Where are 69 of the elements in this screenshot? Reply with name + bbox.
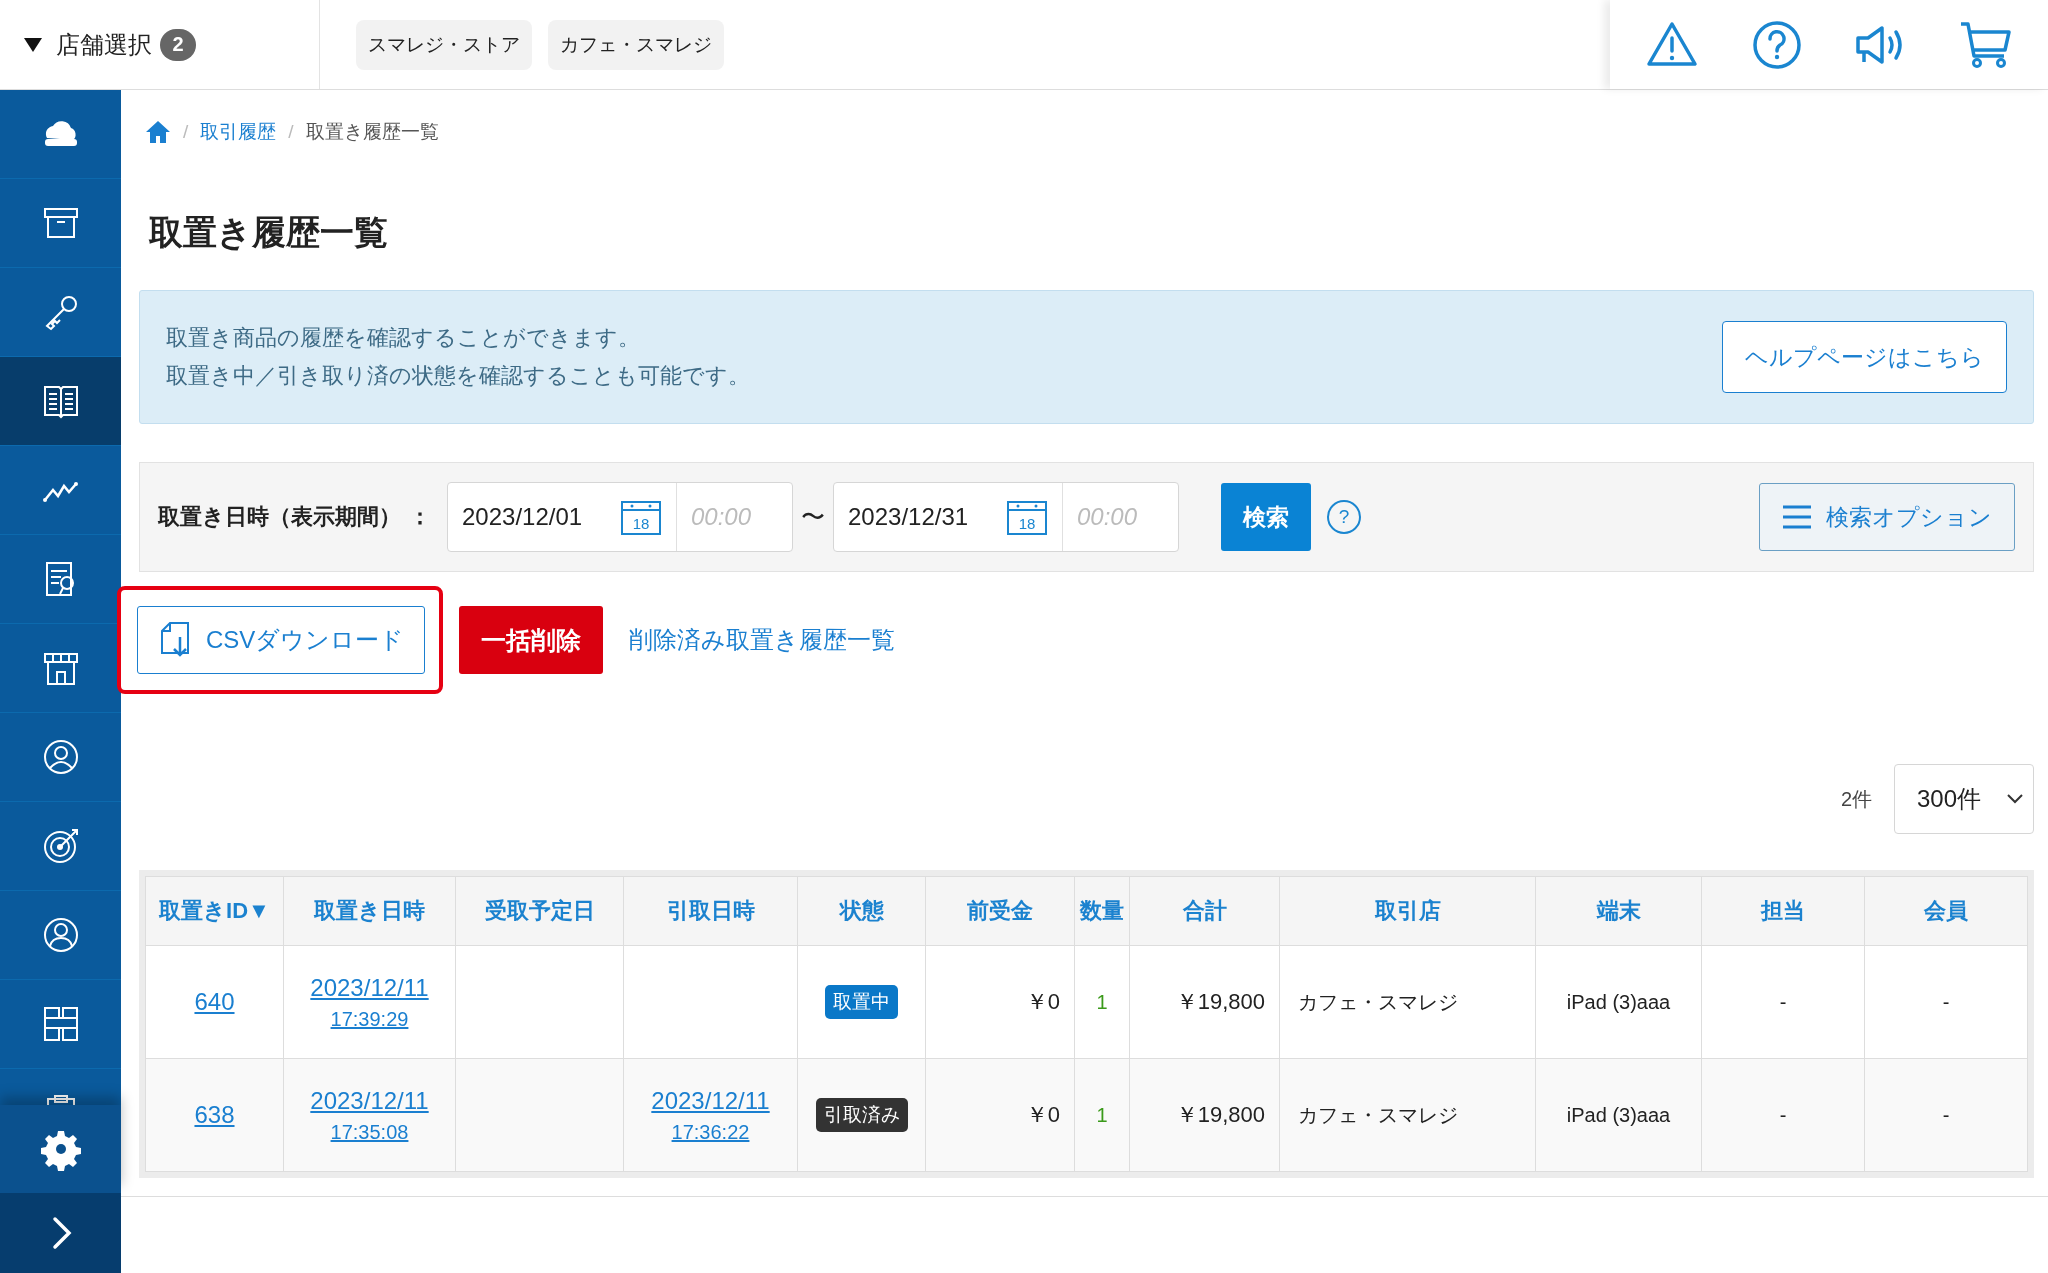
column-header[interactable]: 取引店 [1279, 876, 1536, 946]
table-cell: - [1864, 945, 2028, 1059]
calendar-icon[interactable]: 18 [1006, 498, 1048, 536]
table-cell: ￥19,800 [1129, 945, 1280, 1059]
store-tag: スマレジ・ストア [356, 19, 532, 70]
table-cell: iPad (3)aaa [1535, 945, 1702, 1059]
column-header[interactable]: 会員 [1864, 876, 2028, 946]
filter-colon: ： [409, 503, 431, 531]
result-count: 2件 [1840, 786, 1872, 812]
breadcrumb-current: 取置き履歴一覧 [305, 120, 439, 144]
page-title: 取置き履歴一覧 [149, 212, 389, 253]
caret-icon[interactable] [24, 37, 42, 52]
status-badge: 取置中 [825, 985, 898, 1019]
help-mark[interactable]: ? [1327, 500, 1361, 534]
breadcrumb-link[interactable]: 取引履歴 [200, 119, 277, 145]
settings-item[interactable] [0, 1105, 121, 1193]
page-size-select[interactable]: 300件 [1894, 764, 2034, 834]
search-button[interactable]: 検索 [1221, 483, 1311, 551]
info-text: 取置き中／引き取り済の状態を確認することも可能です。 [166, 362, 750, 390]
column-header[interactable]: 引取日時 [623, 876, 798, 946]
info-text: 取置き商品の履歴を確認することができます。 [166, 324, 641, 352]
table-cell: カフェ・スマレジ [1279, 1058, 1536, 1172]
breadcrumb-separator: / [288, 121, 294, 143]
start-date-field[interactable]: 2023/12/01 18 00:00 [447, 482, 793, 552]
table-cell: - [1864, 1058, 2028, 1172]
date-link[interactable]: 2023/12/11 [310, 973, 429, 1002]
column-header[interactable]: 取置き日時 [283, 876, 456, 946]
column-header[interactable]: 受取予定日 [455, 876, 624, 946]
table-cell: ￥0 [925, 1058, 1075, 1172]
end-date-field[interactable]: 2023/12/31 18 00:00 [833, 482, 1179, 552]
id-link[interactable]: 640 [194, 988, 235, 1015]
table-cell: ￥0 [925, 945, 1075, 1059]
breadcrumb-separator: / [183, 121, 189, 143]
csv-download-button[interactable]: CSVダウンロード [137, 606, 426, 674]
sidebar-item[interactable] [0, 357, 121, 446]
date-link[interactable]: 2023/12/11 [310, 1086, 429, 1115]
time-link[interactable]: 17:35:08 [330, 1120, 409, 1144]
status-badge: 引取済み [815, 1098, 908, 1132]
column-header[interactable]: 前受金 [925, 876, 1075, 946]
time-link[interactable]: 17:36:22 [671, 1120, 750, 1144]
chevron-down-icon [2007, 794, 2023, 804]
help-page-button[interactable]: ヘルプページはこちら [1722, 321, 2007, 393]
store-tag: カフェ・スマレジ [548, 19, 724, 70]
filter-label: 取置き日時（表示期間） [158, 503, 401, 531]
store-selector-label[interactable]: 店舗選択 [56, 28, 152, 61]
table-cell: - [1701, 1058, 1865, 1172]
column-header[interactable]: 担当 [1701, 876, 1865, 946]
table-cell: iPad (3)aaa [1535, 1058, 1702, 1172]
menu-icon [1782, 504, 1812, 530]
count-badge: 2 [160, 28, 196, 61]
column-header[interactable]: 数量 [1074, 876, 1130, 946]
calendar-icon[interactable]: 18 [620, 498, 662, 536]
id-link[interactable]: 638 [194, 1101, 235, 1128]
time-link[interactable]: 17:39:29 [330, 1007, 409, 1031]
column-header[interactable]: 端末 [1535, 876, 1702, 946]
bulk-delete-button[interactable]: 一括削除 [459, 606, 604, 674]
column-header[interactable]: 状態 [797, 876, 926, 946]
search-options-button[interactable]: 検索オプション [1759, 483, 2015, 551]
column-header[interactable]: 取置きID▼ [145, 876, 284, 946]
date-link[interactable]: 2023/12/11 [651, 1086, 770, 1115]
column-header[interactable]: 合計 [1129, 876, 1280, 946]
table-cell: カフェ・スマレジ [1279, 945, 1536, 1059]
table-cell: 1 [1074, 945, 1130, 1059]
deleted-history-link[interactable]: 削除済み取置き履歴一覧 [629, 624, 896, 656]
home-icon[interactable] [145, 120, 171, 144]
table-cell: ￥19,800 [1129, 1058, 1280, 1172]
range-mark: 〜 [801, 502, 825, 532]
table-cell: 1 [1074, 1058, 1130, 1172]
table-cell: - [1701, 945, 1865, 1059]
